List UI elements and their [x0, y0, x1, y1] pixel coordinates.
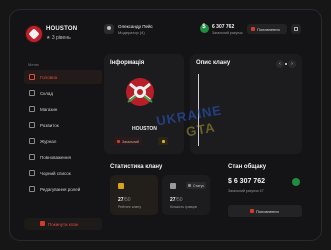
journal-icon [29, 138, 35, 144]
menu-section-title: Меню [28, 62, 39, 67]
description-title: Опис клану [196, 60, 231, 66]
topup-label: Поповнення [257, 27, 280, 32]
app-window: HOUSTON ★ 3 рівень Меню Головна Склад Ма… [10, 10, 321, 240]
clan-level: ★ 3 рівень [46, 35, 71, 41]
info-clan-name: HOUSTON [132, 126, 157, 132]
stat-value-max: /50 [175, 197, 183, 203]
stat-value: 27/50 [170, 197, 183, 203]
user-name: Олександр Пейс [118, 24, 153, 29]
sidebar-item-label: Журнал [40, 139, 57, 144]
stat-card-rating: 27/50 Рейтинг клану [110, 175, 158, 215]
fund-amount: $ 6 307 762 [228, 178, 265, 185]
sidebar-item-journal[interactable]: Журнал [24, 134, 102, 148]
settings-button[interactable] [291, 24, 301, 34]
cart-icon [29, 106, 35, 112]
money-icon [200, 24, 209, 33]
sidebar: HOUSTON ★ 3 рівень Меню Головна Склад Ма… [10, 10, 104, 240]
clan-emblem-icon [126, 78, 154, 106]
lock-icon[interactable] [158, 137, 168, 145]
trophy-icon [118, 183, 124, 189]
sidebar-item-development[interactable]: Розвиток [24, 118, 102, 132]
players-icon [170, 183, 176, 189]
clan-brand[interactable]: HOUSTON ★ 3 рівень [22, 22, 102, 52]
stat-card-players: Статус 27/50 Кількість гравців [162, 175, 210, 215]
stats-title: Статистика клану [110, 164, 163, 170]
sidebar-item-shop[interactable]: Магазин [24, 102, 102, 116]
money-icon [292, 178, 300, 186]
pager-dot [285, 63, 287, 65]
leave-clan-label: Покинути клан [48, 221, 79, 227]
fund-topup-button[interactable]: Поповнення [228, 205, 302, 217]
status-icon [188, 184, 191, 187]
sidebar-item-label: Склад [40, 91, 54, 96]
block-icon [29, 170, 35, 176]
user-role: Модератор (4) [118, 30, 145, 35]
status-chip[interactable]: Статус [186, 182, 206, 189]
status-chip-label: Статус [193, 183, 205, 188]
stat-label: Рейтинг клану [118, 205, 142, 209]
exit-icon [40, 221, 45, 226]
clan-tag[interactable]: Загальний [114, 137, 142, 145]
info-card: Інформація HOUSTON Загальний [104, 54, 184, 154]
balance-label: Загальний рахунок [212, 30, 243, 35]
fund-topup-label: Поповнення [256, 209, 279, 214]
user-avatar[interactable] [104, 24, 114, 34]
leave-clan-button[interactable]: Покинути клан [24, 218, 102, 230]
sidebar-item-label: Магазин [40, 107, 58, 112]
balance-amount: 6 307 762 [212, 24, 235, 30]
clan-tag-label: Загальний [122, 139, 139, 144]
sidebar-item-label: Редагування ролей [40, 187, 81, 192]
topbar: Олександр Пейс Модератор (4) 6 307 762 З… [104, 20, 304, 36]
info-title: Інформація [110, 60, 145, 66]
fund-title: Стан общаку [228, 164, 267, 170]
sidebar-item-permissions[interactable]: Повноваження [24, 150, 102, 164]
sidebar-item-label: Повноваження [40, 155, 71, 160]
sidebar-nav: Головна Склад Магазин Розвиток Журнал По… [24, 70, 102, 198]
stat-value: 27/50 [118, 197, 131, 203]
key-icon [29, 154, 35, 160]
box-icon [29, 90, 35, 96]
clan-level-text: 3 рівень [51, 35, 71, 41]
home-icon [29, 74, 35, 80]
roles-icon [29, 186, 35, 192]
plus-icon [250, 209, 254, 213]
chevron-right-icon[interactable]: › [288, 60, 296, 68]
topup-button[interactable]: Поповнення [247, 24, 287, 34]
sidebar-item-label: Розвиток [40, 123, 59, 128]
growth-icon [29, 122, 35, 128]
sidebar-item-home[interactable]: Головна [24, 70, 102, 84]
sidebar-item-storage[interactable]: Склад [24, 86, 102, 100]
sidebar-item-roles[interactable]: Редагування ролей [24, 182, 102, 196]
plus-icon [251, 27, 255, 31]
clan-name: HOUSTON [46, 26, 78, 32]
fund-label: Загальний рахунок 47 [228, 189, 264, 193]
sidebar-item-label: Чорний список [40, 171, 71, 176]
clan-logo-icon [26, 26, 42, 42]
sidebar-item-label: Головна [40, 75, 58, 80]
stat-label: Кількість гравців [170, 205, 197, 209]
chevron-left-icon[interactable]: ‹ [276, 60, 284, 68]
sidebar-item-blacklist[interactable]: Чорний список [24, 166, 102, 180]
stat-value-max: /50 [123, 197, 131, 203]
tag-icon [117, 139, 120, 143]
